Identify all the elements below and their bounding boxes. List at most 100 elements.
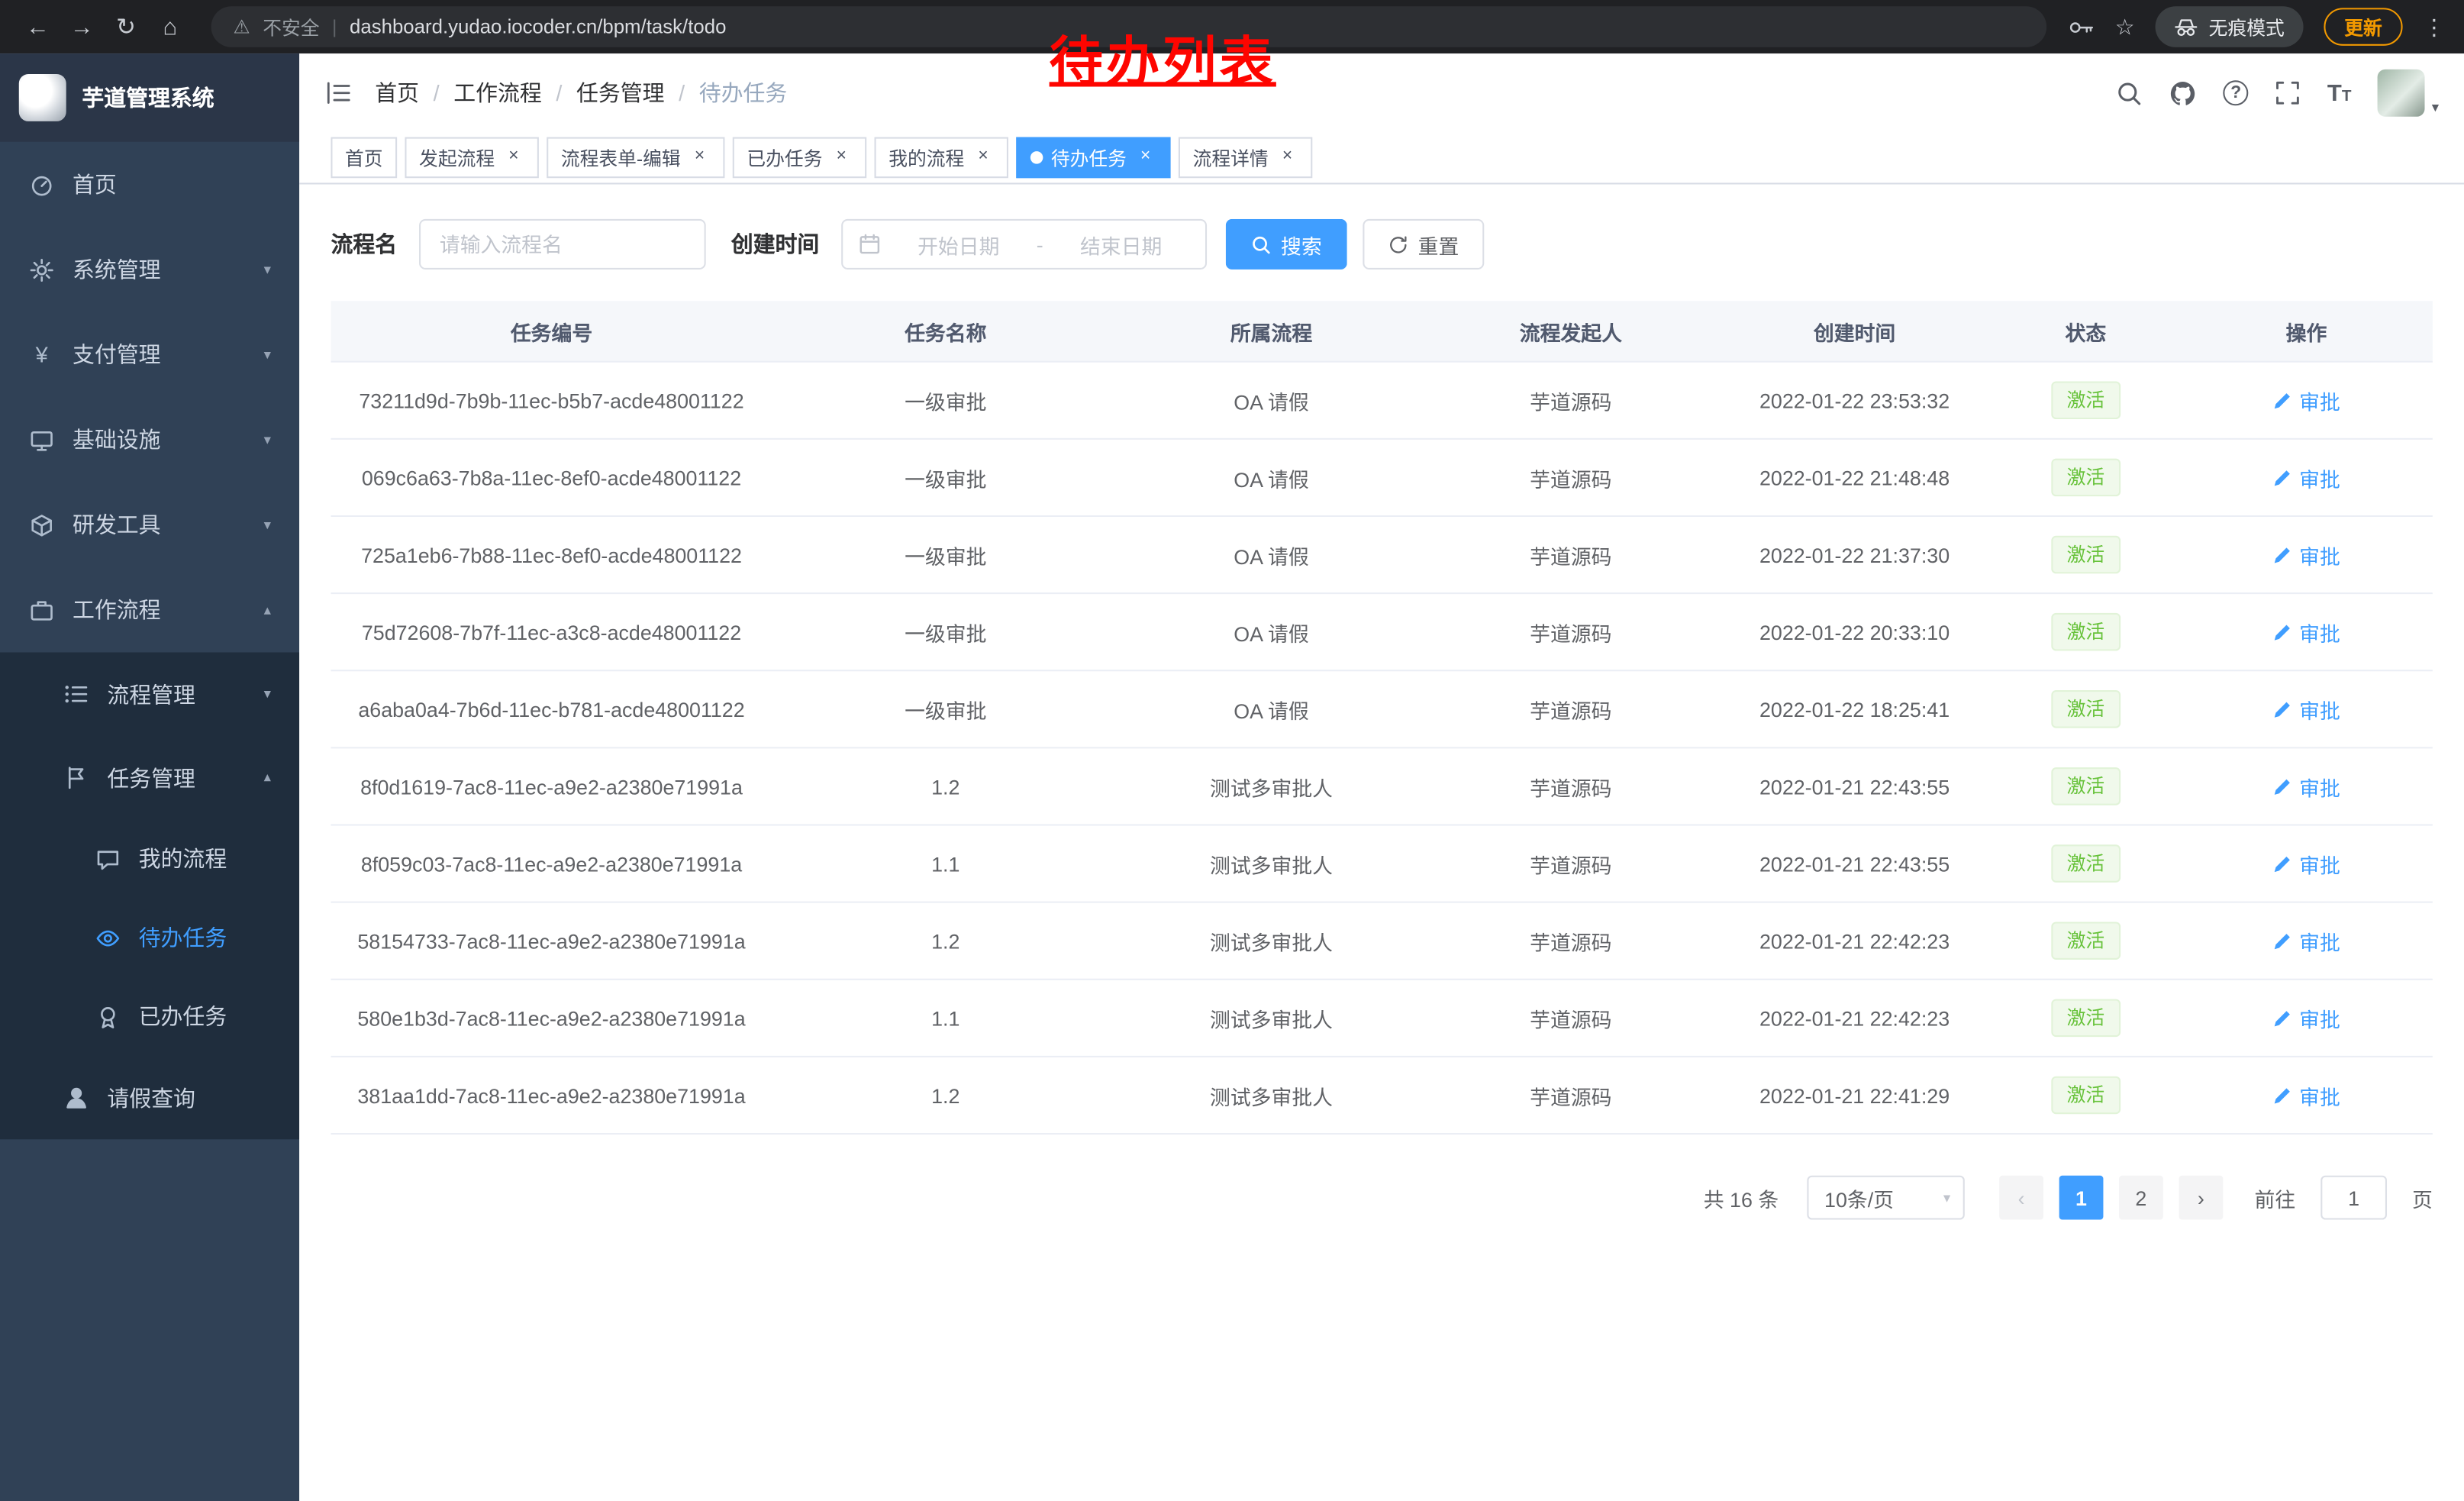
next-page-button[interactable]: › [2179,1176,2223,1220]
approve-link[interactable]: 审批 [2272,926,2340,956]
sidebar-item-process-management[interactable]: 流程管理 ▾ [0,652,299,735]
column-header: 状态 [1992,301,2181,360]
menu-label: 基础设施 [73,424,161,455]
menu-label: 系统管理 [73,253,161,285]
search-button[interactable]: 搜索 [1226,219,1347,270]
breadcrumb-separator: / [679,80,685,105]
cell-task-id: 725a1eb6-7b88-11ec-8ef0-acde48001122 [331,517,772,592]
browser-forward-button[interactable]: → [63,8,102,46]
breadcrumb-item[interactable]: 工作流程 [453,77,542,108]
browser-menu-icon[interactable]: ⋮ [2423,14,2445,40]
approve-link[interactable]: 审批 [2272,540,2340,570]
tab-start-process[interactable]: 发起流程 × [405,137,538,179]
search-icon[interactable] [2116,79,2143,106]
search-icon [1251,234,1272,255]
cell-initiator: 芋道源码 [1424,748,1717,824]
cell-task-name: 一级审批 [772,363,1119,438]
tab-my-process[interactable]: 我的流程 × [875,137,1008,179]
top-navbar: 首页 / 工作流程 / 任务管理 / 待办任务 ? [299,53,2464,132]
menu-label: 首页 [73,169,117,200]
approve-link[interactable]: 审批 [2272,694,2340,724]
tab-done-tasks[interactable]: 已办任务 × [733,137,866,179]
column-header: 创建时间 [1718,301,1992,360]
sidebar-item-system[interactable]: 系统管理 ▾ [0,227,299,311]
browser-reload-button[interactable]: ↻ [107,8,145,46]
gear-icon [28,257,55,281]
approve-link[interactable]: 审批 [2272,1003,2340,1033]
github-icon[interactable] [2170,79,2197,106]
goto-page-input[interactable] [2320,1176,2387,1220]
menu-label: 请假查询 [107,1082,195,1113]
app-logo [19,74,66,121]
table-row: 8f0d1619-7ac8-11ec-a9e2-a2380e71991a 1.2… [331,748,2432,825]
cell-task-id: 73211d9d-7b9b-11ec-b5b7-acde48001122 [331,363,772,438]
cell-process: 测试多审批人 [1119,1057,1424,1133]
active-tab-dot [1030,151,1043,164]
close-icon[interactable]: × [689,147,711,169]
approve-link[interactable]: 审批 [2272,386,2340,415]
cell-actions: 审批 [2180,517,2432,592]
cell-task-id: 58154733-7ac8-11ec-a9e2-a2380e71991a [331,903,772,979]
bookmark-star-icon[interactable]: ☆ [2115,14,2135,40]
sidebar-item-home[interactable]: 首页 [0,142,299,227]
close-icon[interactable]: × [1134,147,1156,169]
tab-form-edit[interactable]: 流程表单-编辑 × [547,137,724,179]
briefcase-icon [28,598,55,621]
approve-link[interactable]: 审批 [2272,617,2340,647]
prev-page-button[interactable]: ‹ [1999,1176,2043,1220]
page-number-button[interactable]: 2 [2119,1176,2163,1220]
approve-link[interactable]: 审批 [2272,771,2340,801]
breadcrumb-item[interactable]: 首页 [375,77,419,108]
process-name-input[interactable] [419,219,706,270]
user-menu[interactable]: ▾ [2379,69,2440,117]
omnibox-divider: | [332,16,337,38]
close-icon[interactable]: × [972,147,995,169]
sidebar-item-infrastructure[interactable]: 基础设施 ▾ [0,397,299,482]
address-bar[interactable]: ⚠ 不安全 | dashboard.yudao.iocoder.cn/bpm/t… [211,6,2047,47]
page-size-select[interactable]: 10条/页 ▾ [1807,1176,1964,1220]
tab-process-detail[interactable]: 流程详情 × [1179,137,1312,179]
close-icon[interactable]: × [502,147,524,169]
tab-todo-tasks[interactable]: 待办任务 × [1016,137,1170,179]
cell-status: 激活 [1992,903,2181,979]
reset-button[interactable]: 重置 [1363,219,1484,270]
page-number-button[interactable]: 1 [2059,1176,2104,1220]
font-size-icon[interactable]: TT [2327,81,2352,105]
browser-home-button[interactable]: ⌂ [151,8,189,46]
todo-task-table: 任务编号 任务名称 所属流程 流程发起人 创建时间 状态 操作 73211d9d… [331,301,2432,1135]
cell-task-id: 381aa1dd-7ac8-11ec-a9e2-a2380e71991a [331,1057,772,1133]
approve-link[interactable]: 审批 [2272,1080,2340,1110]
sidebar-item-done-tasks[interactable]: 已办任务 [0,977,299,1056]
chevron-down-icon: ▾ [1943,1189,1950,1206]
sidebar-item-workflow[interactable]: 工作流程 ▴ [0,567,299,652]
cell-created: 2022-01-22 21:48:48 [1718,440,1992,515]
date-range-picker[interactable]: 开始日期 - 结束日期 [841,219,1207,270]
approve-link[interactable]: 审批 [2272,848,2340,878]
sidebar-item-payment[interactable]: ¥ 支付管理 ▾ [0,312,299,397]
key-icon[interactable] [2069,17,2095,37]
table-header-row: 任务编号 任务名称 所属流程 流程发起人 创建时间 状态 操作 [331,301,2432,362]
sidebar-item-task-management[interactable]: 任务管理 ▴ [0,736,299,819]
cell-status: 激活 [1992,440,2181,515]
sidebar-item-leave-query[interactable]: 请假查询 [0,1056,299,1139]
collapse-sidebar-icon[interactable] [324,79,353,107]
breadcrumb: 首页 / 工作流程 / 任务管理 / 待办任务 [375,77,787,108]
breadcrumb-item[interactable]: 任务管理 [576,77,665,108]
app-logo-row[interactable]: 芋道管理系统 [0,53,299,142]
workflow-submenu: 流程管理 ▾ 任务管理 ▴ 我的流程 待办任务 [0,652,299,1139]
close-icon[interactable]: × [1276,147,1298,169]
close-icon[interactable]: × [830,147,853,169]
warning-icon: ⚠ [233,16,250,38]
sidebar-item-todo-tasks[interactable]: 待办任务 [0,898,299,976]
fullscreen-icon[interactable] [2275,80,2301,105]
update-button[interactable]: 更新 [2324,8,2402,46]
cell-task-id: 8f0d1619-7ac8-11ec-a9e2-a2380e71991a [331,748,772,824]
sidebar-item-my-process[interactable]: 我的流程 [0,819,299,898]
browser-back-button[interactable]: ← [19,8,57,46]
cell-task-id: 580e1b3d-7ac8-11ec-a9e2-a2380e71991a [331,980,772,1056]
help-icon[interactable]: ? [2224,80,2249,105]
tab-home[interactable]: 首页 [331,137,397,179]
approve-link[interactable]: 审批 [2272,463,2340,492]
sidebar-item-devtools[interactable]: 研发工具 ▾ [0,483,299,567]
user-avatar [2379,69,2426,117]
